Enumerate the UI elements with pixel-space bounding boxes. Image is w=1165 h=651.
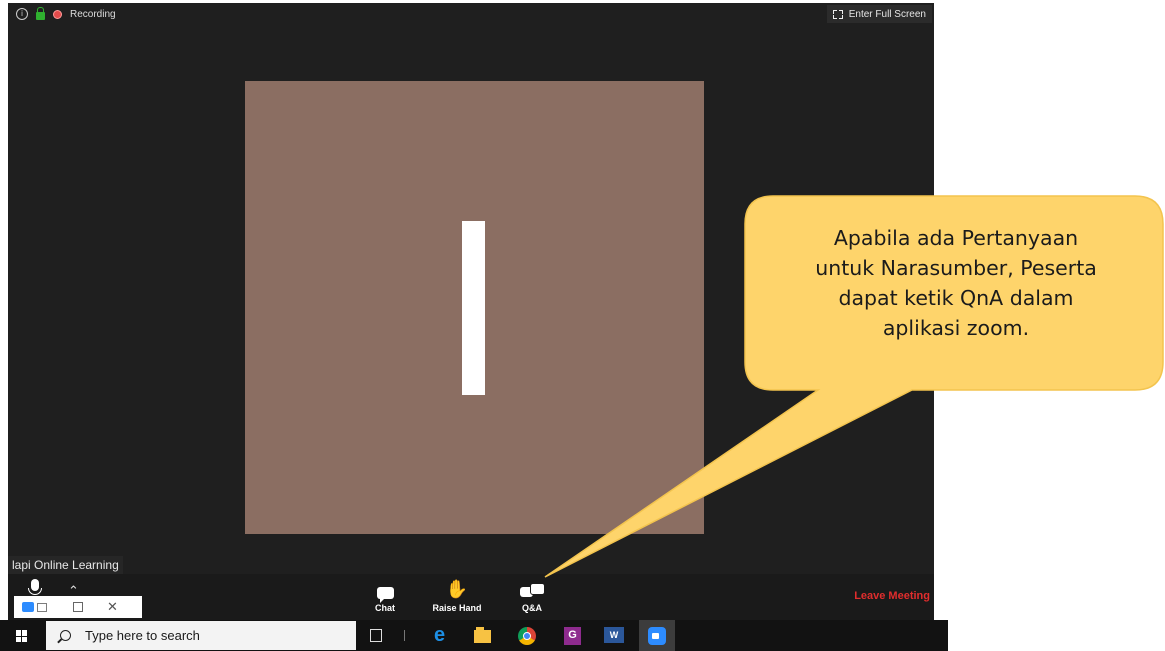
callout-line: aplikasi zoom.: [882, 316, 1030, 340]
callout-line: Apabila ada Pertanyaan: [833, 226, 1079, 250]
callout-line: dapat ketik QnA dalam: [838, 286, 1074, 310]
callout-line: untuk Narasumber, Peserta: [815, 256, 1097, 280]
callout-text: Apabila ada Pertanyaan untuk Narasumber,…: [748, 223, 1164, 343]
